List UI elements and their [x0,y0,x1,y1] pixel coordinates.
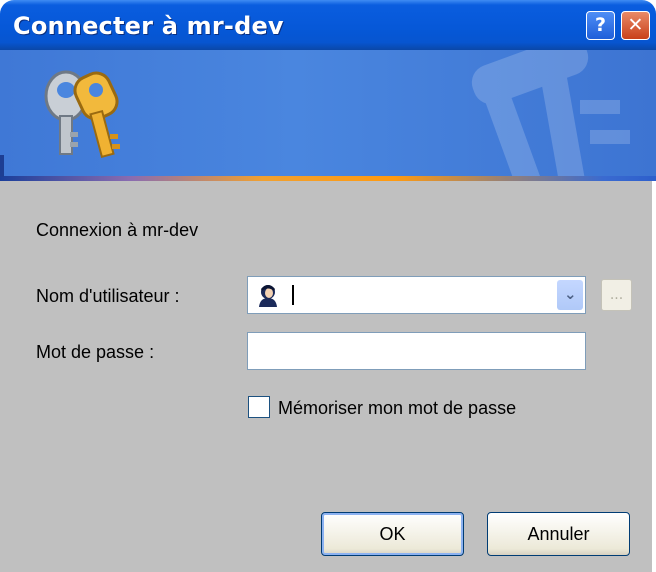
help-button[interactable]: ? [586,11,615,40]
connection-heading: Connexion à mr-dev [36,220,199,240]
remember-password-label[interactable]: Mémoriser mon mot de passe [278,398,516,419]
username-label: Nom d'utilisateur : [36,286,180,306]
close-button[interactable]: ✕ [621,11,650,40]
text-caret [292,285,294,305]
password-label: Mot de passe : [36,342,155,362]
keys-icon [44,70,120,159]
title-bar[interactable]: Connecter à mr-dev ? ✕ [0,0,656,50]
password-field[interactable] [247,332,586,370]
keys-watermark-icon [471,50,630,176]
chevron-down-icon: ⌄ [564,285,577,303]
remember-password-checkbox[interactable] [248,396,270,418]
ok-button[interactable]: OK [321,512,464,556]
header-banner [0,50,656,176]
username-dropdown-button[interactable]: ⌄ [557,280,583,310]
cancel-button[interactable]: Annuler [487,512,630,556]
browse-button[interactable]: ... [601,279,632,311]
window-title: Connecter à mr-dev [13,12,284,40]
user-icon [259,285,277,307]
window-edge [0,155,4,177]
username-combobox[interactable]: ⌄ [247,276,586,314]
